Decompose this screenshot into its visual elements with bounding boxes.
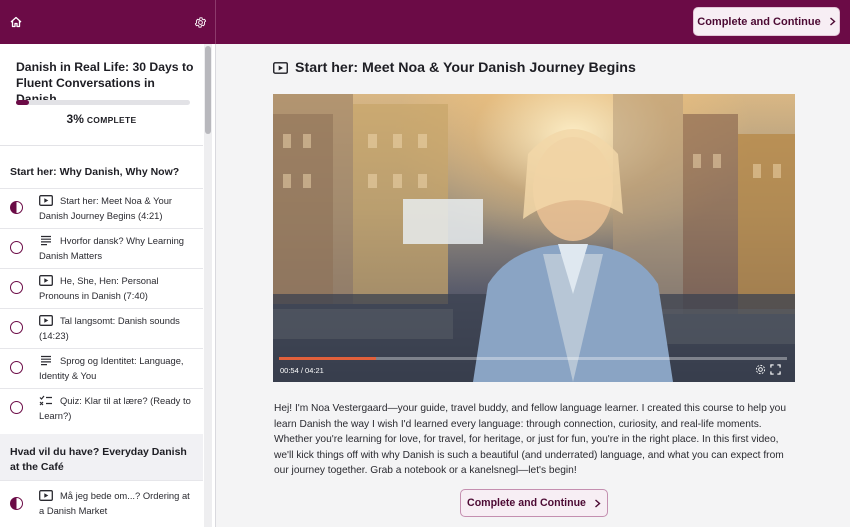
lesson-title: Hvorfor dansk? Why Learning Danish Matte… <box>39 235 185 261</box>
video-progress-bar[interactable] <box>279 357 787 360</box>
section-title: Hvad vil du have? Everyday Danish at the… <box>10 446 187 473</box>
lesson-item[interactable]: Hvorfor dansk? Why Learning Danish Matte… <box>0 228 203 268</box>
chevron-right-icon <box>829 17 836 26</box>
lesson-title: Start her: Meet Noa & Your Danish Journe… <box>39 195 173 221</box>
settings-icon[interactable] <box>755 364 766 375</box>
lesson-title: He, She, Hen: Personal Pronouns in Danis… <box>39 275 159 301</box>
lesson-status-in-progress-icon <box>10 201 23 214</box>
complete-and-continue-button[interactable]: Complete and Continue <box>460 489 608 517</box>
complete-button-label: Complete and Continue <box>697 15 821 28</box>
lesson-title: Start her: Meet Noa & Your Danish Journe… <box>295 60 636 76</box>
sidebar-scrollbar[interactable] <box>204 44 212 527</box>
course-progress-text: 3% COMPLETE <box>0 112 203 126</box>
lesson-status-empty-icon <box>10 241 23 254</box>
scrollbar-thumb[interactable] <box>205 46 211 134</box>
fullscreen-icon[interactable] <box>770 364 781 375</box>
course-progress-bar <box>16 100 190 105</box>
lesson-description: Hej! I'm Noa Vestergaard—your guide, tra… <box>274 403 786 476</box>
lesson-content: Start her: Meet Noa & Your Danish Journe… <box>216 44 850 527</box>
top-bar: Complete and Continue <box>0 0 850 44</box>
progress-percent: 3% <box>66 112 84 126</box>
course-header: Danish in Real Life: 30 Days to Fluent C… <box>0 44 203 146</box>
chevron-right-icon <box>594 498 601 508</box>
complete-button-label: Complete and Continue <box>467 497 586 509</box>
video-still-image <box>273 94 795 382</box>
lesson-title: Sprog og Identitet: Language, Identity &… <box>39 355 184 381</box>
lesson-status-in-progress-icon <box>10 497 23 510</box>
lesson-status-empty-icon <box>10 361 23 374</box>
lesson-title: Tal langsomt: Danish sounds (14:23) <box>39 315 180 341</box>
video-progress-played <box>279 357 376 360</box>
home-icon[interactable] <box>6 12 26 32</box>
section-title: Start her: Why Danish, Why Now? <box>0 165 203 180</box>
lesson-status-empty-icon <box>10 321 23 334</box>
lesson-heading: Start her: Meet Noa & Your Danish Journe… <box>273 60 636 76</box>
video-time-display: 00:54 / 04:21 <box>280 366 324 375</box>
lesson-status-empty-icon <box>10 401 23 414</box>
lesson-item[interactable]: He, She, Hen: Personal Pronouns in Danis… <box>0 268 203 308</box>
lesson-item[interactable]: Må jeg bede om...? Ordering at a Danish … <box>0 480 203 520</box>
course-sidebar: Danish in Real Life: 30 Days to Fluent C… <box>0 44 216 527</box>
lesson-title: Må jeg bede om...? Ordering at a Danish … <box>39 490 190 516</box>
course-progress-fill <box>16 100 30 105</box>
lesson-title: Quiz: Klar til at lære? (Ready to Learn?… <box>39 395 191 421</box>
lesson-item[interactable]: Quiz: Klar til at lære? (Ready to Learn?… <box>0 388 203 428</box>
lesson-status-empty-icon <box>10 281 23 294</box>
video-icon <box>273 62 288 74</box>
complete-and-continue-button[interactable]: Complete and Continue <box>693 7 840 36</box>
lesson-item[interactable]: Start her: Meet Noa & Your Danish Journe… <box>0 188 203 228</box>
video-player[interactable]: 00:54 / 04:21 <box>273 94 795 382</box>
progress-label: COMPLETE <box>86 115 137 125</box>
gear-icon[interactable] <box>190 12 210 32</box>
sidebar-header <box>0 0 216 44</box>
lesson-item[interactable]: Tal langsomt: Danish sounds (14:23) <box>0 308 203 348</box>
lesson-item[interactable]: Sprog og Identitet: Language, Identity &… <box>0 348 203 388</box>
